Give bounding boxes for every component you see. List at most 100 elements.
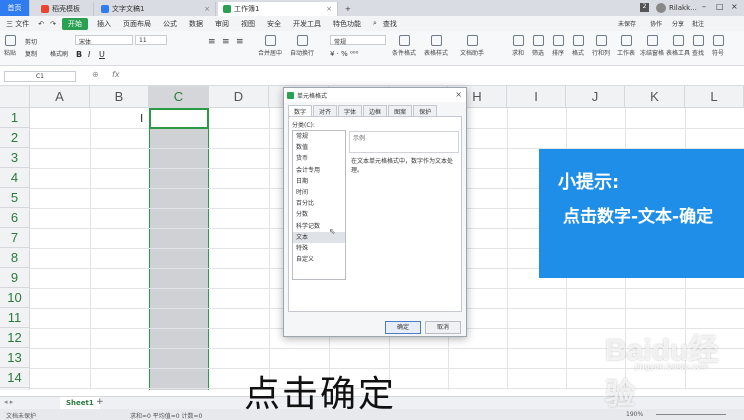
table-style-button[interactable]: 表格样式 — [424, 35, 448, 57]
sheet-nav-icon[interactable]: ◂ ▸ — [4, 398, 13, 406]
row-header[interactable]: 4 — [0, 168, 30, 188]
worksheet-button[interactable]: 工作表 — [617, 35, 635, 57]
row-header[interactable]: 13 — [0, 348, 30, 368]
row-header[interactable]: 8 — [0, 248, 30, 268]
column-header[interactable]: D — [209, 86, 269, 108]
column-header[interactable]: J — [566, 86, 625, 108]
protection-status[interactable]: 文档未保护 — [6, 411, 36, 420]
menu-features[interactable]: 特色功能 — [327, 19, 367, 29]
align-center-icon[interactable]: ≡ — [222, 37, 230, 47]
name-box[interactable]: C1 — [4, 71, 76, 82]
fx-icon[interactable]: fx — [112, 70, 120, 79]
menu-view[interactable]: 视图 — [235, 19, 261, 29]
collaborate-button[interactable]: 协作 — [650, 19, 662, 28]
align-right-icon[interactable]: ≡ — [236, 37, 244, 47]
avatar[interactable] — [656, 3, 666, 13]
paste-button[interactable]: 粘贴 — [4, 35, 16, 57]
tab-document[interactable]: 文字文稿1 × — [96, 2, 216, 16]
undo-icon[interactable]: ↶ — [35, 20, 47, 28]
file-menu[interactable]: 三 文件 — [0, 19, 35, 29]
menu-data[interactable]: 数据 — [183, 19, 209, 29]
ok-button[interactable]: 确定 — [385, 321, 421, 334]
number-format-select[interactable]: 常规 — [330, 35, 386, 46]
row-header[interactable]: 5 — [0, 188, 30, 208]
copy-button[interactable]: 复制 — [25, 49, 37, 58]
user-name[interactable]: Rilakk... — [669, 4, 697, 12]
menu-formula[interactable]: 公式 — [157, 19, 183, 29]
table-tools-button[interactable]: 表格工具 — [666, 35, 690, 57]
column-header[interactable]: A — [30, 86, 90, 108]
filter-button[interactable]: 筛选 — [532, 35, 544, 57]
menu-review[interactable]: 审阅 — [209, 19, 235, 29]
close-icon[interactable]: × — [204, 5, 210, 13]
column-header[interactable]: L — [685, 86, 744, 108]
merge-center-button[interactable]: 合并居中 — [258, 35, 282, 57]
row-header[interactable]: 10 — [0, 288, 30, 308]
dialog-title-bar[interactable]: 单元格格式 — [284, 88, 466, 102]
comment-button[interactable]: 批注 — [692, 19, 704, 28]
search-icon[interactable]: ⌕ — [367, 19, 383, 28]
symbol-button[interactable]: 符号 — [712, 35, 724, 57]
row-header[interactable]: 14 — [0, 368, 30, 388]
close-window-icon[interactable]: × — [731, 2, 738, 11]
category-list[interactable]: 常规 数值 货币 会计专用 日期 时间 百分比 分数 科学记数 文本 特殊 自定… — [292, 130, 346, 280]
category-general[interactable]: 常规 — [293, 131, 345, 142]
search-menu[interactable]: 查找 — [383, 19, 403, 29]
menu-developer[interactable]: 开发工具 — [287, 19, 327, 29]
column-header[interactable]: B — [90, 86, 149, 108]
maximize-icon[interactable]: □ — [716, 2, 724, 11]
formula-input[interactable] — [124, 70, 740, 82]
category-date[interactable]: 日期 — [293, 176, 345, 187]
format-button[interactable]: 格式 — [572, 35, 584, 57]
format-painter-button[interactable]: 格式刷 — [50, 49, 68, 58]
column-header[interactable]: I — [507, 86, 566, 108]
active-cell-c1[interactable] — [149, 108, 209, 129]
column-header-selected[interactable]: C — [149, 86, 209, 108]
column-header[interactable]: K — [625, 86, 685, 108]
redo-icon[interactable]: ↷ — [47, 20, 59, 28]
font-family-select[interactable]: 宋体 — [75, 35, 133, 46]
new-tab-button[interactable]: + — [340, 2, 356, 16]
underline-button[interactable]: U — [99, 50, 105, 59]
share-button[interactable]: 分享 — [672, 19, 684, 28]
italic-button[interactable]: I — [88, 50, 90, 59]
tab-home[interactable]: 首页 — [0, 0, 30, 16]
category-scientific[interactable]: 科学记数 — [293, 221, 345, 232]
row-header[interactable]: 1 — [0, 108, 30, 128]
category-fraction[interactable]: 分数 — [293, 209, 345, 220]
row-header[interactable]: 3 — [0, 148, 30, 168]
currency-icon[interactable]: ¥ · % ⁰⁰⁰ — [330, 50, 358, 58]
close-icon[interactable]: × — [455, 90, 462, 99]
wrap-text-button[interactable]: 自动换行 — [290, 35, 314, 57]
menu-insert[interactable]: 插入 — [91, 19, 117, 29]
font-size-select[interactable]: 11 — [135, 35, 167, 45]
align-left-icon[interactable]: ≡ — [208, 37, 216, 47]
conditional-format-button[interactable]: 条件格式 — [392, 35, 416, 57]
menu-security[interactable]: 安全 — [261, 19, 287, 29]
freeze-panes-button[interactable]: 冻结窗格 — [640, 35, 664, 57]
category-text-selected[interactable]: 文本 — [293, 231, 345, 243]
select-all-corner[interactable] — [0, 86, 30, 108]
row-header[interactable]: 15 — [0, 388, 30, 390]
row-header[interactable]: 7 — [0, 228, 30, 248]
menu-start[interactable]: 开始 — [61, 17, 88, 30]
doc-helper-button[interactable]: 文档助手 — [460, 35, 484, 57]
row-header[interactable]: 12 — [0, 328, 30, 348]
row-col-button[interactable]: 行和列 — [592, 35, 610, 57]
row-header[interactable]: 9 — [0, 268, 30, 288]
zoom-fx-icon[interactable]: ⊕ — [92, 70, 99, 79]
find-button[interactable]: 查找 — [692, 35, 704, 57]
row-header[interactable]: 11 — [0, 308, 30, 328]
category-currency[interactable]: 货币 — [293, 153, 345, 164]
close-icon[interactable]: × — [326, 5, 332, 13]
zoom-slider[interactable] — [656, 414, 726, 415]
add-sheet-button[interactable]: + — [96, 397, 104, 407]
category-custom[interactable]: 自定义 — [293, 254, 345, 265]
sum-button[interactable]: 求和 — [512, 35, 524, 57]
cancel-button[interactable]: 取消 — [425, 321, 461, 334]
category-percentage[interactable]: 百分比 — [293, 198, 345, 209]
category-time[interactable]: 时间 — [293, 187, 345, 198]
tab-docer[interactable]: 稻壳模板 — [36, 2, 94, 16]
category-accounting[interactable]: 会计专用 — [293, 165, 345, 176]
cloud-save-status[interactable]: 未保存 — [618, 19, 636, 28]
